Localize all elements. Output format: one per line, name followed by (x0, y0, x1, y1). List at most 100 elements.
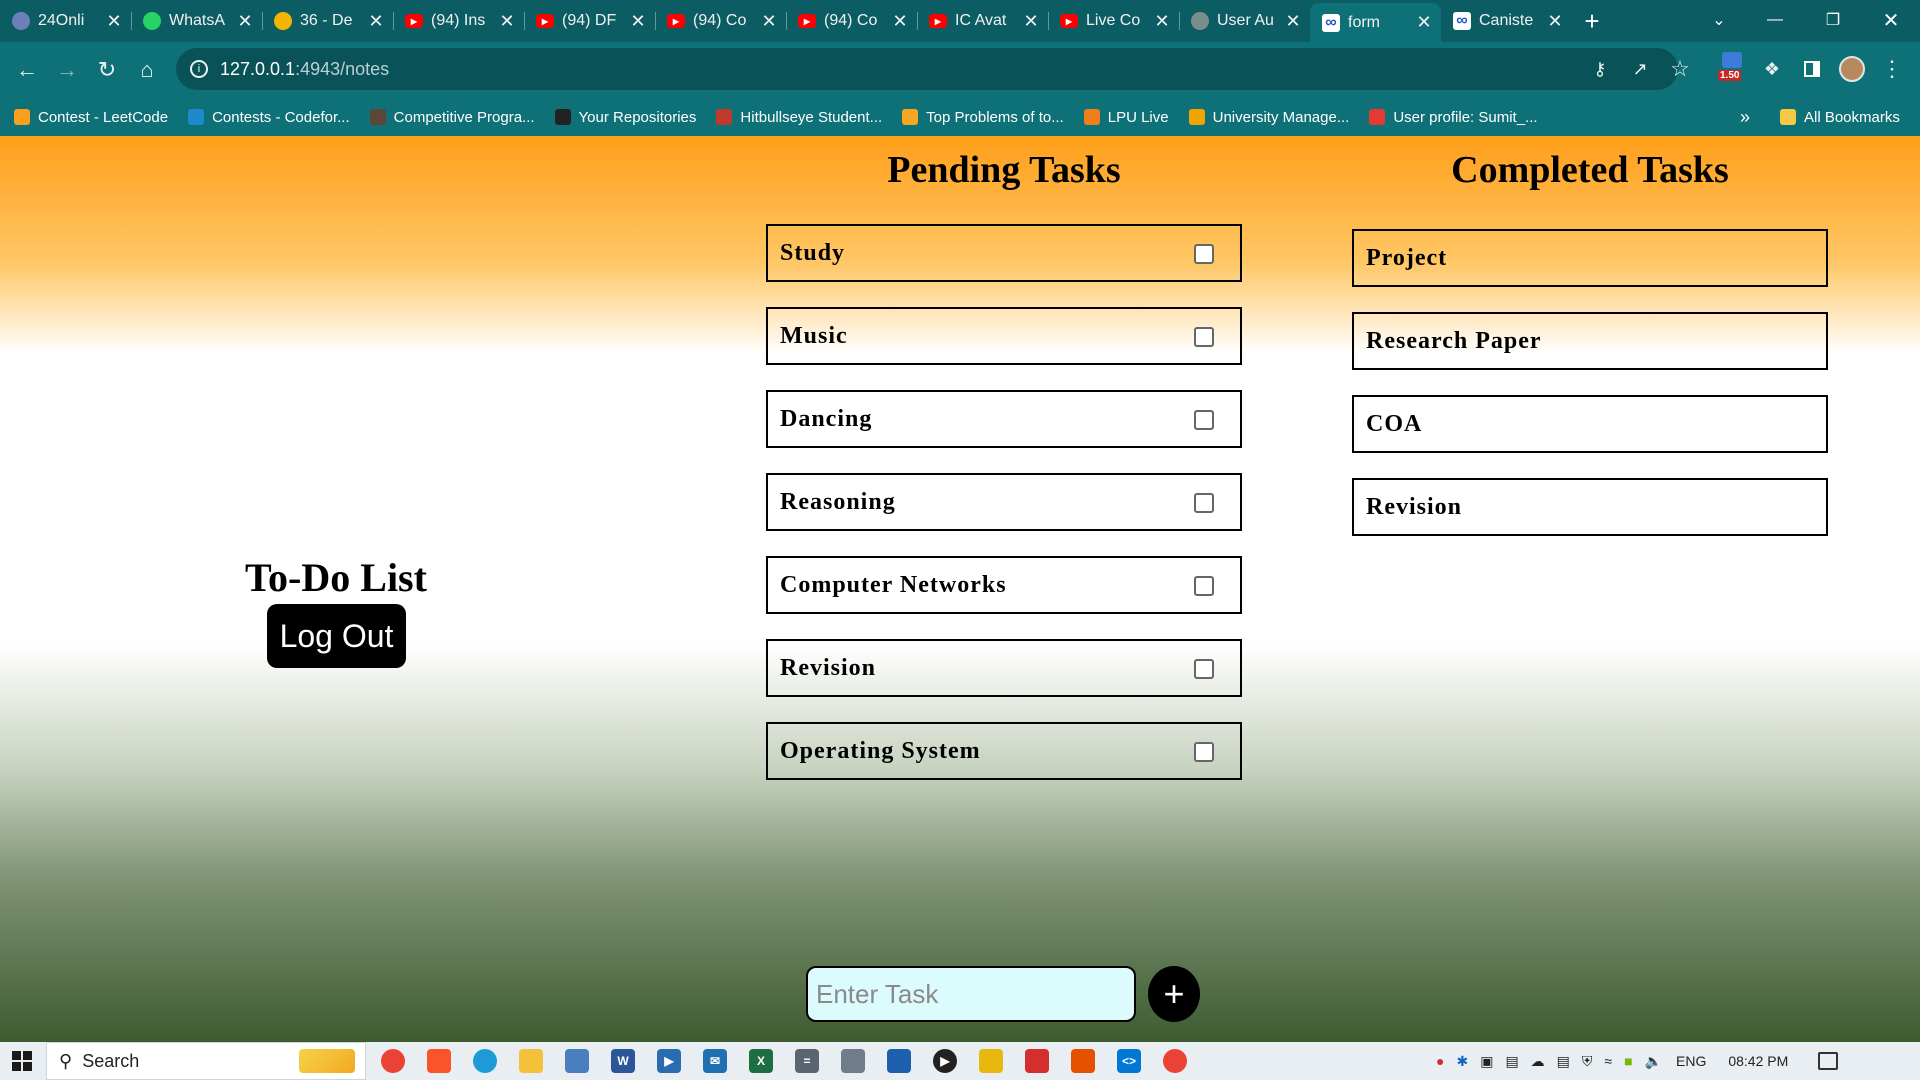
bookmark-item[interactable]: LPU Live (1083, 108, 1169, 126)
volume-icon[interactable]: 🔈 (1645, 1053, 1662, 1070)
recorder-taskbar-icon[interactable] (1025, 1049, 1049, 1073)
bookmark-item[interactable]: User profile: Sumit_... (1369, 109, 1538, 126)
notifications-icon[interactable] (1818, 1052, 1839, 1070)
minimize-button[interactable]: — (1746, 0, 1804, 40)
bluetooth-icon[interactable]: ✱ (1456, 1053, 1468, 1070)
close-icon[interactable]: ✕ (1153, 11, 1171, 32)
browser-tab[interactable]: 24Onli ✕ (0, 3, 131, 39)
bookmark-label: LPU Live (1107, 108, 1169, 126)
media-taskbar-icon[interactable]: ▶ (657, 1049, 681, 1073)
address-bar[interactable]: i 127.0.0.1:4943/notes ⚷ ↗ ☆ (176, 48, 1690, 90)
browser-tab[interactable]: ▶ (94) DF ✕ (524, 3, 655, 39)
mail-taskbar-icon[interactable]: ✉ (703, 1049, 727, 1073)
menu-kebab-icon[interactable]: ⋮ (1872, 48, 1912, 90)
nvidia-icon[interactable]: ■ (1624, 1053, 1632, 1069)
close-icon[interactable]: ✕ (1546, 11, 1564, 32)
share-icon[interactable]: ↗ (1620, 48, 1660, 90)
browser-tab[interactable]: WhatsA ✕ (131, 3, 262, 39)
wifi-icon[interactable]: ≈ (1604, 1053, 1612, 1069)
tray-icons[interactable]: ● ✱ ▣ ▤ ☁ ▤ ⛨ ≈ ■ 🔈 ENG 08:42 PM (1436, 1042, 1839, 1080)
bookmark-item[interactable]: University Manage... (1188, 109, 1349, 126)
browser-tab[interactable]: ▶ IC Avat ✕ (917, 3, 1048, 39)
device-icon[interactable]: ▣ (1480, 1053, 1493, 1070)
side-panel-icon[interactable] (1792, 48, 1832, 90)
all-bookmarks-button[interactable]: All Bookmarks (1780, 109, 1900, 126)
browser-tab[interactable]: ▶ (94) Ins ✕ (393, 3, 524, 39)
onedrive-icon[interactable]: ☁ (1531, 1053, 1545, 1070)
task-complete-checkbox[interactable] (1194, 244, 1214, 264)
recording-icon[interactable]: ● (1436, 1053, 1444, 1069)
extension-badge-icon[interactable]: 1.50 (1712, 48, 1752, 90)
excel-taskbar-icon[interactable]: X (749, 1049, 773, 1073)
home-button[interactable]: ⌂ (127, 50, 167, 90)
notes-taskbar-icon[interactable] (979, 1049, 1003, 1073)
camera-taskbar-icon[interactable] (841, 1049, 865, 1073)
bookmarks-overflow-button[interactable]: » (1740, 107, 1750, 128)
file-explorer-taskbar-icon[interactable] (519, 1049, 543, 1073)
restore-button[interactable]: ❐ (1804, 0, 1862, 40)
extensions-puzzle-icon[interactable]: ❖ (1752, 48, 1792, 90)
task-complete-checkbox[interactable] (1194, 327, 1214, 347)
profile-avatar[interactable] (1832, 48, 1872, 90)
ubuntu-taskbar-icon[interactable] (1071, 1049, 1095, 1073)
new-tab-button[interactable]: + (1572, 3, 1612, 39)
close-icon[interactable]: ✕ (760, 11, 778, 32)
clock[interactable]: 08:42 PM (1728, 1053, 1788, 1069)
language-indicator[interactable]: ENG (1676, 1053, 1706, 1069)
close-icon[interactable]: ✕ (1284, 11, 1302, 32)
close-icon[interactable]: ✕ (1415, 12, 1433, 33)
defender-shield-icon[interactable]: ⛨ (1582, 1053, 1593, 1070)
calculator-taskbar-icon[interactable]: = (795, 1049, 819, 1073)
youtube-icon: ▶ (798, 14, 816, 28)
close-icon[interactable]: ✕ (498, 11, 516, 32)
bookmark-item[interactable]: Your Repositories (554, 109, 696, 126)
close-icon[interactable]: ✕ (367, 11, 385, 32)
back-button[interactable]: ← (7, 50, 47, 90)
task-complete-checkbox[interactable] (1194, 742, 1214, 762)
browser-tab[interactable]: ▶ (94) Co ✕ (786, 3, 917, 39)
task-complete-checkbox[interactable] (1194, 576, 1214, 596)
player-taskbar-icon[interactable]: ▶ (933, 1049, 957, 1073)
password-key-icon[interactable]: ⚷ (1580, 48, 1620, 90)
vscode-taskbar-icon[interactable]: <> (1117, 1049, 1141, 1073)
brave-taskbar-icon[interactable] (427, 1049, 451, 1073)
close-icon[interactable]: ✕ (891, 11, 909, 32)
close-window-button[interactable]: ✕ (1862, 0, 1920, 40)
windows-app-taskbar-icon[interactable] (887, 1049, 911, 1073)
browser-tab[interactable]: ▶ Live Co ✕ (1048, 3, 1179, 39)
taskbar-search-box[interactable]: ⚲ Search (46, 1042, 366, 1080)
storage-icon[interactable]: ▤ (1557, 1053, 1570, 1070)
close-icon[interactable]: ✕ (629, 11, 647, 32)
reload-button[interactable]: ↻ (87, 50, 127, 90)
logout-button[interactable]: Log Out (267, 604, 406, 668)
store-taskbar-icon[interactable] (565, 1049, 589, 1073)
bookmark-star-icon[interactable]: ☆ (1660, 48, 1700, 90)
bookmark-item[interactable]: Contests - Codefor... (188, 109, 350, 126)
bookmark-item[interactable]: Contest - LeetCode (14, 109, 168, 126)
battery-plug-icon[interactable]: ▤ (1505, 1053, 1518, 1070)
browser-tab[interactable]: ▶ (94) Co ✕ (655, 3, 786, 39)
browser-tab[interactable]: ∞ form ✕ (1310, 3, 1441, 42)
browser-tab[interactable]: ∞ Caniste ✕ (1441, 3, 1572, 39)
bookmark-item[interactable]: Top Problems of to... (902, 109, 1064, 126)
close-icon[interactable]: ✕ (1022, 11, 1040, 32)
close-icon[interactable]: ✕ (236, 11, 254, 32)
chrome-active-taskbar-icon[interactable] (1163, 1049, 1187, 1073)
forward-button[interactable]: → (47, 50, 87, 90)
task-input[interactable] (806, 966, 1136, 1022)
tab-search-chevron-icon[interactable]: ⌄ (1690, 0, 1748, 40)
site-info-icon[interactable]: i (190, 60, 208, 78)
task-complete-checkbox[interactable] (1194, 410, 1214, 430)
browser-tab[interactable]: 36 - De ✕ (262, 3, 393, 39)
edge-taskbar-icon[interactable] (473, 1049, 497, 1073)
task-complete-checkbox[interactable] (1194, 493, 1214, 513)
windows-start-button[interactable] (0, 1042, 44, 1080)
bookmark-item[interactable]: Hitbullseye Student... (716, 109, 882, 126)
chrome-taskbar-icon[interactable] (381, 1049, 405, 1073)
task-complete-checkbox[interactable] (1194, 659, 1214, 679)
add-task-button[interactable]: + (1148, 966, 1200, 1022)
bookmark-item[interactable]: Competitive Progra... (369, 109, 535, 126)
word-taskbar-icon[interactable]: W (611, 1049, 635, 1073)
browser-tab[interactable]: User Au ✕ (1179, 3, 1310, 39)
close-icon[interactable]: ✕ (105, 11, 123, 32)
